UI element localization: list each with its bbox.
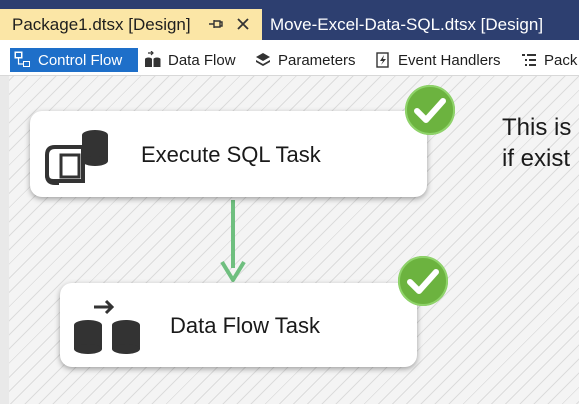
- data-flow-task-icon: [72, 297, 144, 355]
- tab-label: Move-Excel-Data-SQL.dtsx [Design]: [270, 14, 544, 34]
- annotation-line: if exist: [502, 145, 571, 172]
- package-explorer-icon: [520, 51, 538, 69]
- tab-package1-design[interactable]: Package1.dtsx [Design]: [0, 9, 262, 40]
- document-tab-bar: Package1.dtsx [Design] Move-Excel-Data-S…: [0, 0, 579, 40]
- pin-icon[interactable]: [207, 15, 225, 33]
- tab-label: Parameters: [278, 51, 356, 69]
- annotation-line: This is: [502, 114, 572, 141]
- event-handlers-icon: [374, 51, 392, 69]
- data-flow-icon: [144, 51, 162, 69]
- tab-event-handlers[interactable]: Event Handlers: [370, 48, 505, 72]
- execute-sql-task[interactable]: Execute SQL Task: [30, 111, 427, 197]
- tab-control-flow[interactable]: Control Flow: [10, 48, 138, 72]
- tab-label: Data Flow: [168, 51, 236, 69]
- success-status-check: [404, 84, 456, 136]
- execute-sql-task-icon: [44, 125, 114, 185]
- close-icon[interactable]: [232, 13, 254, 35]
- check-icon: [398, 256, 448, 306]
- task-name: Data Flow Task: [170, 313, 320, 338]
- tab-label: Pack: [544, 51, 578, 69]
- tab-move-excel-data-sql-design[interactable]: Move-Excel-Data-SQL.dtsx [Design]: [262, 9, 579, 40]
- canvas-annotation[interactable]: This is if exist: [502, 112, 579, 174]
- task-name: Execute SQL Task: [141, 142, 321, 167]
- designer-margin: [0, 76, 9, 404]
- check-icon: [405, 85, 455, 135]
- parameters-icon: [254, 51, 272, 69]
- tab-package-explorer[interactable]: Pack: [516, 48, 579, 72]
- data-flow-task[interactable]: Data Flow Task: [60, 283, 417, 367]
- designer-tab-strip: Control Flow Data Flow Parameters Event …: [0, 44, 579, 76]
- control-flow-icon: [14, 51, 32, 69]
- tab-label: Package1.dtsx [Design]: [12, 14, 191, 34]
- success-status-check: [397, 255, 449, 307]
- tab-data-flow[interactable]: Data Flow: [140, 48, 240, 72]
- tab-label: Event Handlers: [398, 51, 501, 69]
- tab-parameters[interactable]: Parameters: [250, 48, 360, 72]
- tab-label: Control Flow: [38, 51, 123, 69]
